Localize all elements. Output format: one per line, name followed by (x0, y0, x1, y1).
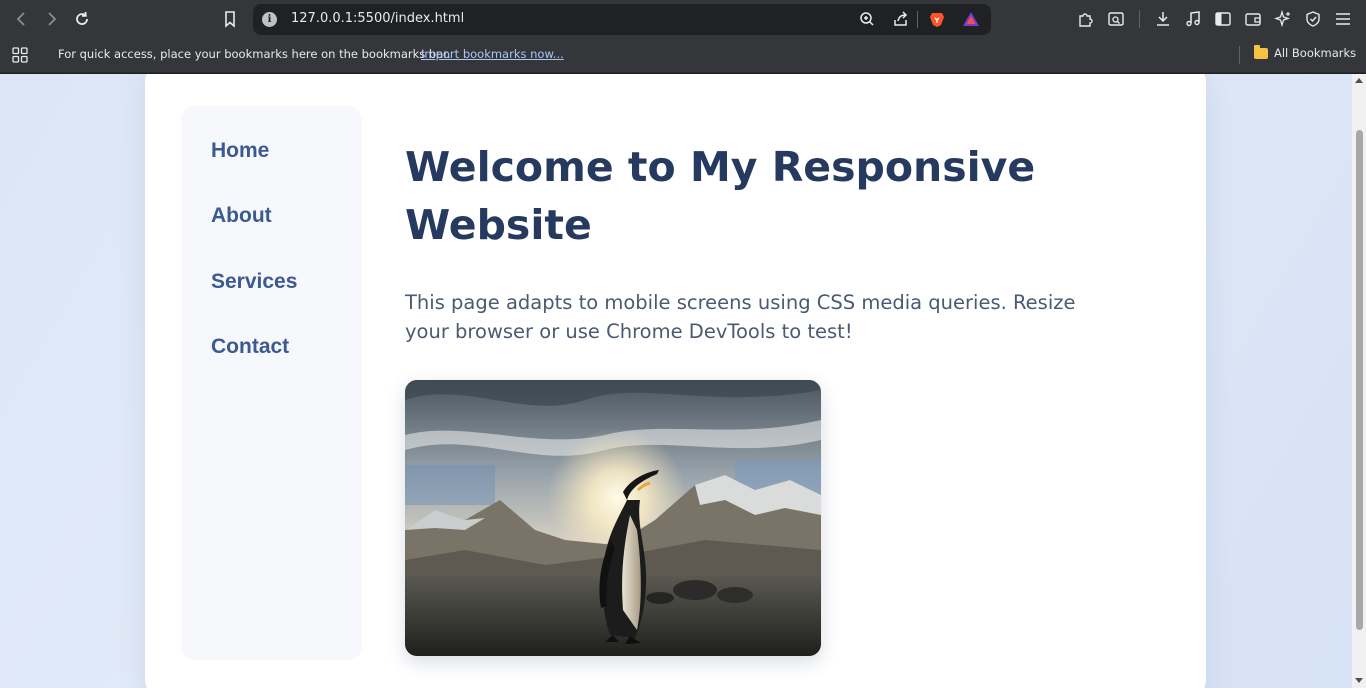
url-text[interactable]: 127.0.0.1:5500/index.html (291, 11, 464, 26)
page-viewport: Home About Services Contact Welcome to M… (0, 74, 1352, 688)
forward-button[interactable] (39, 7, 63, 31)
sidebar-toggle-button[interactable] (1211, 7, 1235, 31)
zoom-icon (860, 12, 874, 26)
forward-arrow-icon (48, 12, 57, 26)
page-title: Welcome to My Responsive Website (405, 143, 1036, 249)
sparkle-icon (1274, 10, 1291, 28)
nav-link-about[interactable]: About (211, 204, 272, 228)
sidebar-nav: Home About Services Contact (181, 106, 362, 660)
downloads-button[interactable] (1151, 7, 1175, 31)
share-button[interactable] (889, 7, 913, 31)
nav-link-home[interactable]: Home (211, 139, 269, 163)
wallet-icon (1245, 13, 1261, 26)
scrollbar-thumb[interactable] (1356, 130, 1363, 630)
brave-rewards-button[interactable] (959, 7, 983, 31)
folder-icon (1254, 44, 1268, 59)
penguin-photo (405, 380, 821, 656)
all-bookmarks-label: All Bookmarks (1274, 46, 1357, 60)
music-note-icon (1186, 11, 1200, 27)
site-info-icon[interactable]: i (262, 12, 277, 27)
scroll-down-arrow-icon[interactable] (1355, 678, 1363, 683)
brave-shields-button[interactable] (925, 7, 949, 31)
penguin-image (405, 380, 821, 656)
nav-link-services[interactable]: Services (211, 270, 297, 294)
reload-icon (76, 11, 88, 25)
scroll-up-arrow-icon[interactable] (1355, 78, 1363, 83)
address-bar[interactable]: i 127.0.0.1:5500/index.html (253, 4, 991, 35)
extensions-button[interactable] (1074, 7, 1098, 31)
page-scrollbar[interactable] (1352, 74, 1366, 688)
sidebar-panel-icon (1215, 12, 1231, 26)
reload-button[interactable] (70, 7, 94, 31)
all-bookmarks-button[interactable]: All Bookmarks (1254, 44, 1357, 60)
import-bookmarks-link[interactable]: Import bookmarks now... (421, 47, 564, 61)
back-button[interactable] (10, 7, 34, 31)
zoom-button[interactable] (855, 7, 879, 31)
brave-lion-icon (930, 13, 944, 27)
leo-ai-button[interactable] (1271, 7, 1295, 31)
bookmarks-divider (1239, 46, 1240, 64)
bookmark-icon (225, 11, 235, 28)
download-icon (1157, 12, 1169, 26)
puzzle-icon (1079, 13, 1093, 27)
back-arrow-icon (16, 12, 25, 26)
bookmarks-bar: For quick access, place your bookmarks h… (0, 38, 1366, 73)
nav-link-contact[interactable]: Contact (211, 335, 289, 359)
rewards-triangle-icon (963, 12, 979, 26)
urlbar-divider (917, 11, 918, 28)
bookmark-page-button[interactable] (218, 7, 242, 31)
tab-search-icon (1108, 12, 1124, 26)
page-description: This page adapts to mobile screens using… (405, 291, 1076, 343)
hamburger-menu-icon (1336, 13, 1350, 25)
browser-toolbar: i 127.0.0.1:5500/index.html (0, 0, 1366, 38)
main-menu-button[interactable] (1331, 7, 1355, 31)
search-tabs-button[interactable] (1104, 7, 1128, 31)
wallet-button[interactable] (1241, 7, 1265, 31)
media-button[interactable] (1181, 7, 1205, 31)
apps-grid-icon (12, 47, 28, 63)
shield-icon (1306, 11, 1320, 27)
toolbar-divider (1139, 10, 1140, 28)
share-icon (894, 11, 908, 26)
apps-button[interactable] (8, 43, 32, 67)
vpn-button[interactable] (1301, 7, 1325, 31)
bookmarks-prompt-text: For quick access, place your bookmarks h… (58, 47, 451, 61)
